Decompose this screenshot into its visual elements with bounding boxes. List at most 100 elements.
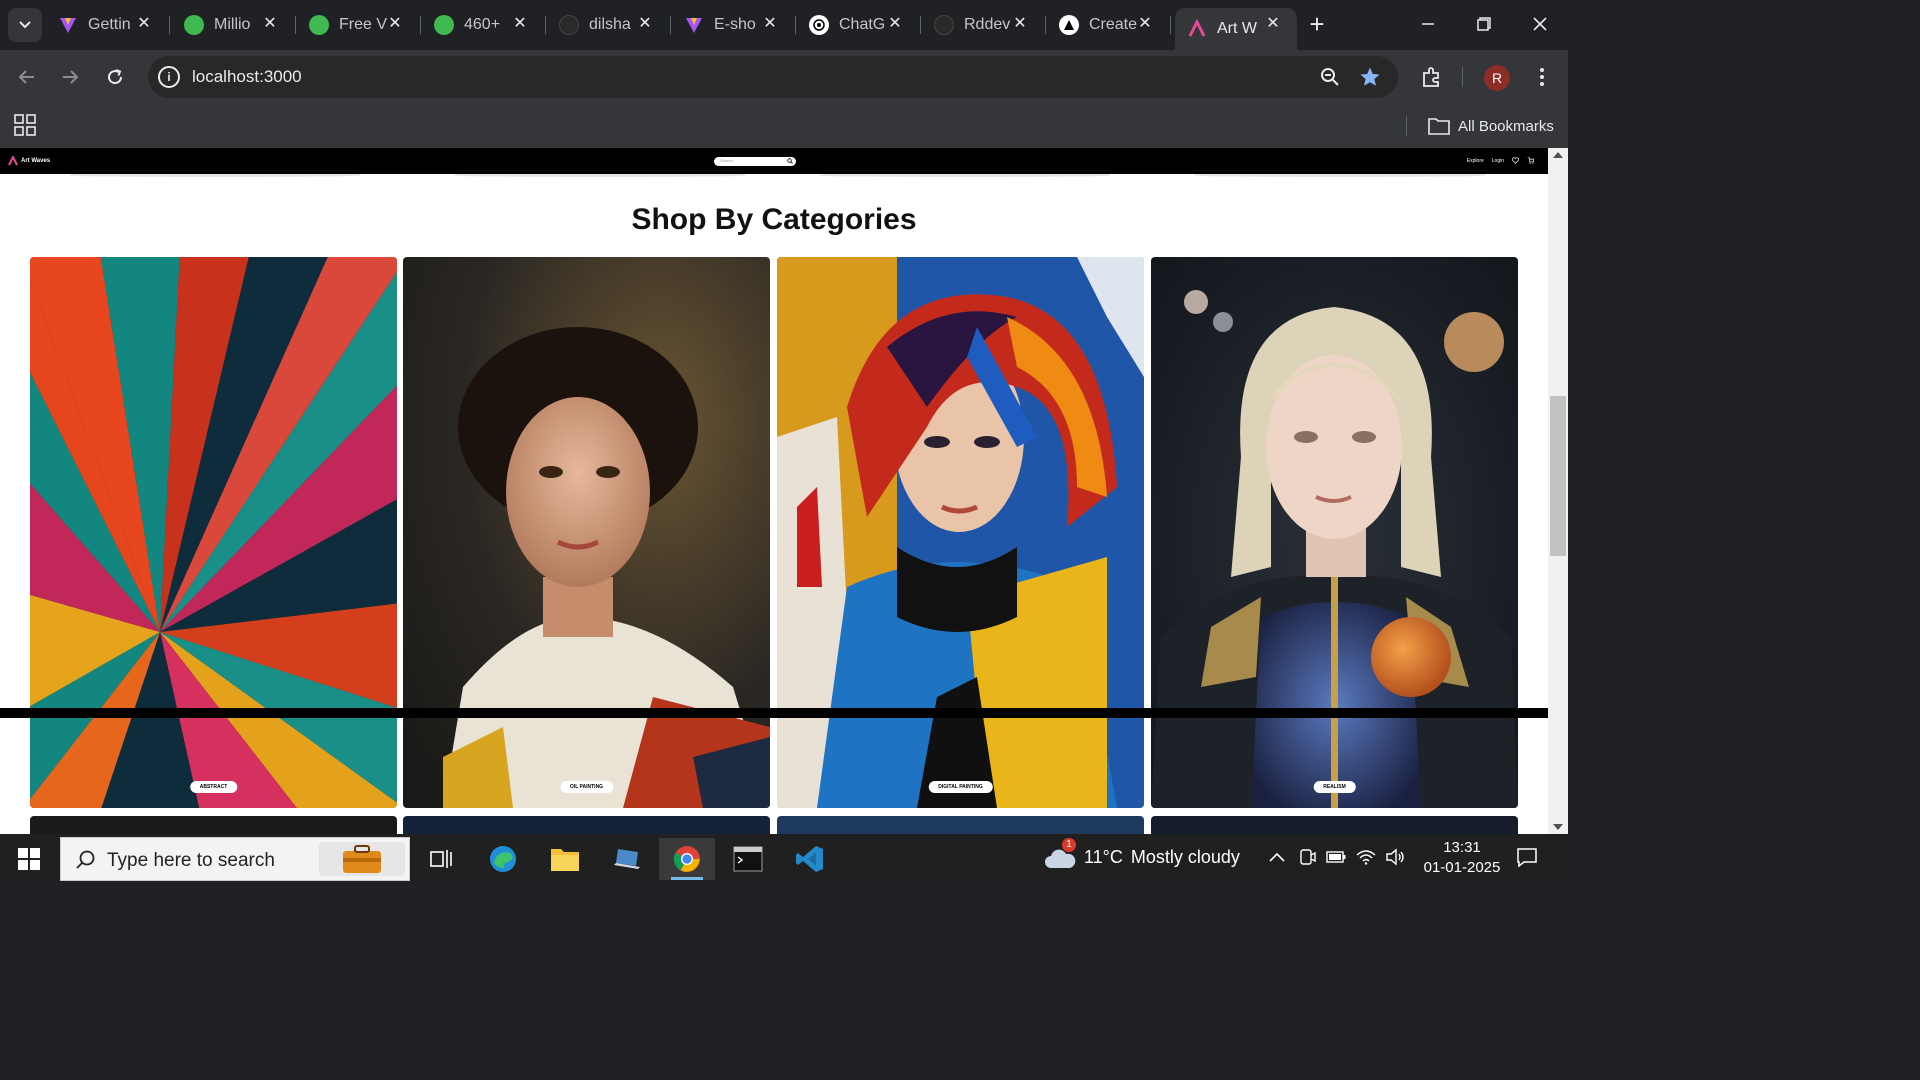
category-card-oil-painting[interactable]: OIL PAINTING (403, 257, 770, 808)
reload-button[interactable] (101, 63, 129, 91)
close-icon[interactable]: ✕ (262, 16, 278, 32)
tab-artwaves[interactable]: Art W ✕ (1175, 8, 1297, 50)
category-card-next-row[interactable] (403, 816, 770, 834)
category-card-next-row[interactable] (30, 816, 397, 834)
meet-now-icon[interactable] (1296, 846, 1318, 868)
notifications-icon[interactable] (1516, 846, 1538, 868)
toolbar-divider (1462, 67, 1463, 87)
minimize-button[interactable] (1408, 8, 1448, 40)
address-bar[interactable]: i localhost:3000 (148, 56, 1398, 98)
file-explorer-app[interactable] (537, 838, 593, 880)
nav-login-link[interactable]: Login (1492, 158, 1504, 164)
tab-rddev[interactable]: Rddev ✕ (922, 8, 1046, 42)
zoom-icon[interactable] (1316, 63, 1344, 91)
profile-avatar[interactable]: R (1484, 65, 1510, 91)
back-button[interactable] (13, 63, 41, 91)
category-label-oil-painting[interactable]: OIL PAINTING (559, 781, 614, 793)
category-card-realism[interactable]: REALISM (1151, 257, 1518, 808)
tab-millio[interactable]: Millio ✕ (172, 8, 296, 42)
search-highlight[interactable] (319, 842, 405, 876)
bookmark-star-icon[interactable] (1356, 63, 1384, 91)
tab-create[interactable]: Create ✕ (1047, 8, 1171, 42)
close-icon[interactable]: ✕ (1012, 16, 1028, 32)
close-icon[interactable]: ✕ (887, 16, 903, 32)
close-icon[interactable]: ✕ (512, 16, 528, 32)
site-info-icon[interactable]: i (158, 66, 180, 88)
close-icon[interactable]: ✕ (1137, 16, 1153, 32)
edge-icon (490, 846, 516, 872)
scroll-down-icon[interactable] (1553, 824, 1563, 830)
tab-title: Art W (1217, 20, 1257, 37)
apps-grid-icon[interactable] (14, 114, 36, 136)
laptop-app[interactable] (599, 838, 655, 880)
category-label-digital-painting[interactable]: DIGITAL PAINTING (928, 781, 993, 793)
task-view-button[interactable] (413, 838, 469, 880)
nav-explore-link[interactable]: Explore (1467, 158, 1484, 164)
clock-date: 01-01-2025 (1423, 859, 1501, 876)
vscode-app[interactable] (782, 838, 838, 880)
taskbar-clock[interactable]: 13:31 01-01-2025 (1420, 838, 1504, 878)
close-icon[interactable]: ✕ (637, 16, 653, 32)
volume-icon[interactable] (1384, 846, 1406, 868)
scroll-up-icon[interactable] (1553, 152, 1563, 158)
close-icon[interactable]: ✕ (1265, 16, 1281, 32)
category-card-next-row[interactable] (1151, 816, 1518, 834)
chrome-app[interactable] (659, 838, 715, 880)
windows-start-icon[interactable] (18, 848, 40, 870)
tab-search-button[interactable] (8, 8, 42, 42)
close-window-button[interactable] (1520, 8, 1560, 40)
cart-icon[interactable] (1527, 157, 1534, 164)
restore-button[interactable] (1464, 8, 1504, 40)
site-logo[interactable]: Art Waves (8, 156, 50, 166)
tab-dilsha[interactable]: dilsha ✕ (547, 8, 671, 42)
browser-toolbar: i localhost:3000 R (0, 50, 1568, 104)
restore-icon (1477, 17, 1491, 31)
site-search-placeholder: Search (720, 158, 733, 163)
category-label-realism[interactable]: REALISM (1313, 781, 1356, 793)
category-card-abstract[interactable]: ABSTRACT (30, 257, 397, 808)
close-icon (1533, 17, 1547, 31)
category-card-digital-painting[interactable]: DIGITAL PAINTING (777, 257, 1144, 808)
close-icon[interactable]: ✕ (136, 16, 152, 32)
page-scrollbar[interactable] (1548, 148, 1568, 834)
battery-icon[interactable] (1325, 846, 1347, 868)
forward-button[interactable] (56, 63, 84, 91)
taskbar-search-box[interactable]: Type here to search (60, 837, 410, 881)
page-viewport: Art Waves Search Explore Login Shop By C… (0, 148, 1568, 834)
edge-app[interactable] (475, 838, 531, 880)
show-hidden-icons-button[interactable] (1266, 846, 1288, 868)
new-tab-button[interactable]: + (1303, 10, 1331, 38)
url-text[interactable]: localhost:3000 (192, 67, 302, 87)
all-bookmarks-button[interactable]: All Bookmarks (1428, 114, 1554, 138)
tab-gettin[interactable]: Gettin ✕ (46, 8, 170, 42)
menu-kebab-icon[interactable] (1528, 63, 1556, 91)
oil-painting-portrait (403, 257, 770, 808)
tab-free[interactable]: Free V ✕ (297, 8, 421, 42)
tab-title: Free V (339, 16, 388, 33)
tab-eshop[interactable]: E-sho ✕ (672, 8, 796, 42)
weather-alert-badge: 1 (1062, 838, 1076, 852)
site-logo-text: Art Waves (21, 158, 51, 164)
tab-460[interactable]: 460+ ✕ (422, 8, 546, 42)
vercel-icon (1059, 15, 1079, 35)
tab-chatgpt[interactable]: ChatG ✕ (797, 8, 921, 42)
close-icon[interactable]: ✕ (387, 16, 403, 32)
category-card-next-row[interactable] (777, 816, 1144, 834)
wifi-icon[interactable] (1355, 846, 1377, 868)
tab-title: Millio (214, 16, 251, 33)
close-icon[interactable]: ✕ (762, 16, 778, 32)
site-navbar: Art Waves Search Explore Login (0, 148, 1548, 174)
scrollbar-thumb[interactable] (1550, 396, 1566, 556)
heart-icon[interactable] (1512, 157, 1519, 164)
terminal-app[interactable] (720, 838, 776, 880)
site-search-input[interactable]: Search (714, 157, 796, 166)
weather-widget[interactable]: 1 11°C Mostly cloudy (1044, 838, 1240, 870)
minimize-icon (1422, 23, 1434, 25)
chatgpt-icon (809, 15, 829, 35)
all-bookmarks-label: All Bookmarks (1458, 117, 1554, 135)
tab-title: E-sho (714, 16, 756, 33)
tab-title: Rddev (964, 16, 1011, 33)
extensions-icon[interactable] (1418, 63, 1446, 91)
category-label-abstract[interactable]: ABSTRACT (189, 781, 238, 793)
search-icon[interactable] (787, 158, 793, 164)
